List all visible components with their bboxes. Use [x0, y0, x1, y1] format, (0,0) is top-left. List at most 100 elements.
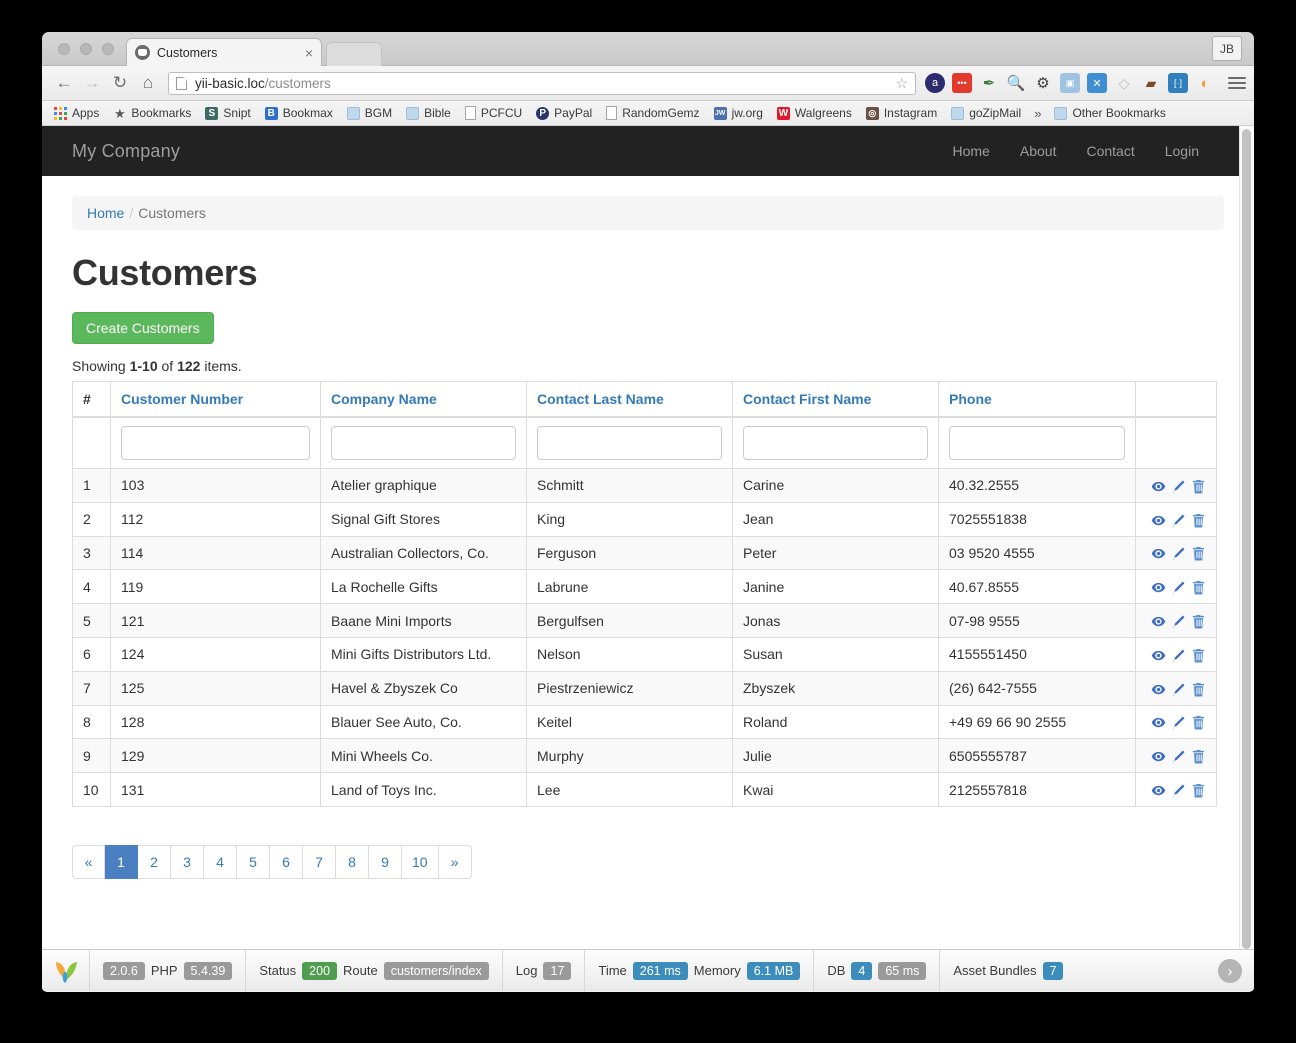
filter-company-name-input[interactable]: [331, 426, 516, 460]
column-header-contact-last-name[interactable]: Contact Last Name: [526, 381, 733, 418]
bookmark-pcfcu[interactable]: PCFCU: [459, 104, 528, 122]
pagination-page-8[interactable]: 8: [336, 844, 369, 879]
scrollbar-thumb[interactable]: [1242, 129, 1251, 949]
bookmark-star-icon[interactable]: ☆: [895, 75, 908, 92]
update-pencil-icon[interactable]: [1166, 680, 1186, 696]
delete-trash-icon[interactable]: [1186, 477, 1206, 494]
view-eye-icon[interactable]: [1146, 680, 1166, 696]
debug-log-group[interactable]: Log 17: [503, 950, 586, 991]
pagination-page-9[interactable]: 9: [369, 844, 402, 879]
back-icon[interactable]: ←: [50, 70, 78, 96]
debug-assets-group[interactable]: Asset Bundles 7: [940, 950, 1254, 991]
close-window-button[interactable]: [58, 43, 70, 55]
view-eye-icon[interactable]: [1146, 747, 1166, 763]
new-tab-button[interactable]: [326, 42, 382, 66]
filter-phone-input[interactable]: [949, 426, 1125, 460]
window-controls[interactable]: [58, 43, 114, 55]
debug-performance-group[interactable]: Time 261 ms Memory 6.1 MB: [585, 950, 815, 991]
delete-trash-icon[interactable]: [1186, 646, 1206, 663]
yii-logo-icon[interactable]: [42, 950, 90, 991]
debug-version-group[interactable]: 2.0.6 PHP 5.4.39: [90, 950, 247, 991]
bookmark-randomgemz[interactable]: RandomGemz: [600, 104, 705, 122]
update-pencil-icon[interactable]: [1166, 578, 1186, 594]
view-eye-icon[interactable]: [1146, 545, 1166, 561]
filter-customer-number-input[interactable]: [121, 426, 310, 460]
sunrise-icon[interactable]: ◐: [1195, 73, 1215, 93]
amazon-assistant-icon[interactable]: a: [925, 73, 945, 93]
minimize-window-button[interactable]: [80, 43, 92, 55]
view-eye-icon[interactable]: [1146, 511, 1166, 527]
camera-icon[interactable]: ▣: [1060, 73, 1080, 93]
delete-trash-icon[interactable]: [1186, 578, 1206, 595]
view-eye-icon[interactable]: [1146, 578, 1166, 594]
home-icon[interactable]: ⌂: [134, 70, 162, 96]
update-pencil-icon[interactable]: [1166, 747, 1186, 763]
profile-avatar[interactable]: JB: [1212, 36, 1242, 61]
bookmark-jworg[interactable]: JW jw.org: [708, 104, 769, 122]
pagination-page-1[interactable]: 1: [105, 844, 138, 879]
bookmark-bookmarks[interactable]: ★ Bookmarks: [107, 104, 197, 122]
magnifier-icon[interactable]: 🔍: [1006, 73, 1026, 93]
nav-item-about[interactable]: About: [1005, 143, 1072, 159]
update-pencil-icon[interactable]: [1166, 511, 1186, 527]
view-eye-icon[interactable]: [1146, 646, 1166, 662]
bookmark-bible[interactable]: Bible: [400, 104, 457, 122]
column-header-contact-first-name[interactable]: Contact First Name: [732, 381, 939, 418]
pagination-page-10[interactable]: 10: [402, 844, 439, 879]
update-pencil-icon[interactable]: [1166, 781, 1186, 797]
update-pencil-icon[interactable]: [1166, 646, 1186, 662]
close-tab-icon[interactable]: ×: [305, 46, 313, 60]
delete-trash-icon[interactable]: [1186, 714, 1206, 730]
pagination-page-7[interactable]: 7: [303, 844, 336, 879]
reload-icon[interactable]: ↻: [106, 70, 134, 96]
column-header-phone[interactable]: Phone: [938, 381, 1136, 418]
pagination-page-6[interactable]: 6: [270, 844, 303, 879]
column-header-customer-number[interactable]: Customer Number: [110, 381, 321, 418]
debug-toolbar-toggle-icon[interactable]: ›: [1218, 959, 1242, 983]
pagination-page-3[interactable]: 3: [171, 844, 204, 879]
maximize-window-button[interactable]: [102, 43, 114, 55]
site-brand[interactable]: My Company: [72, 141, 180, 162]
bookmark-bgm[interactable]: BGM: [341, 104, 398, 122]
debug-request-group[interactable]: Status 200 Route customers/index: [246, 950, 503, 991]
delete-trash-icon[interactable]: [1186, 747, 1206, 764]
update-pencil-icon[interactable]: [1166, 545, 1186, 561]
nav-item-login[interactable]: Login: [1150, 143, 1214, 159]
bookmarks-overflow-icon[interactable]: »: [1029, 106, 1046, 121]
update-pencil-icon[interactable]: [1166, 477, 1186, 493]
filter-contact-first-name-input[interactable]: [743, 426, 928, 460]
bookmark-apps[interactable]: Apps: [48, 104, 105, 122]
breadcrumb-home-link[interactable]: Home: [87, 205, 124, 221]
address-bar[interactable]: yii-basic.loc/customers ☆: [168, 71, 916, 95]
view-eye-icon[interactable]: [1146, 714, 1166, 730]
update-pencil-icon[interactable]: [1166, 714, 1186, 730]
eyedropper-icon[interactable]: ✒: [979, 73, 999, 93]
filter-contact-last-name-input[interactable]: [537, 426, 722, 460]
nav-item-contact[interactable]: Contact: [1071, 143, 1149, 159]
bookmark-paypal[interactable]: P PayPal: [530, 104, 598, 122]
gear-icon[interactable]: ⚙: [1033, 73, 1053, 93]
bookmark-gozipmail[interactable]: goZipMail: [945, 104, 1027, 122]
delete-trash-icon[interactable]: [1186, 781, 1206, 798]
pagination-prev[interactable]: «: [72, 844, 105, 879]
update-pencil-icon[interactable]: [1166, 612, 1186, 628]
delete-trash-icon[interactable]: [1186, 545, 1206, 561]
xmarks-icon[interactable]: ✕: [1087, 73, 1107, 93]
delete-trash-icon[interactable]: [1186, 511, 1206, 528]
bookmark-snipt[interactable]: S Snipt: [199, 104, 256, 122]
bookmark-other-bookmarks[interactable]: Other Bookmarks: [1048, 104, 1171, 122]
pagination-page-5[interactable]: 5: [237, 844, 270, 879]
delete-trash-icon[interactable]: [1186, 612, 1206, 629]
forward-icon[interactable]: →: [78, 70, 106, 96]
create-customers-button[interactable]: Create Customers: [72, 312, 214, 344]
view-eye-icon[interactable]: [1146, 477, 1166, 493]
pagination-page-2[interactable]: 2: [138, 844, 171, 879]
adblock-icon[interactable]: •••: [952, 73, 972, 93]
pagination-page-4[interactable]: 4: [204, 844, 237, 879]
view-eye-icon[interactable]: [1146, 781, 1166, 797]
hamburger-menu-icon[interactable]: [1228, 77, 1246, 89]
page-scrollbar[interactable]: [1239, 126, 1254, 991]
column-header-company-name[interactable]: Company Name: [320, 381, 527, 418]
view-eye-icon[interactable]: [1146, 612, 1166, 628]
bookmark-bookmax[interactable]: B Bookmax: [259, 104, 339, 122]
